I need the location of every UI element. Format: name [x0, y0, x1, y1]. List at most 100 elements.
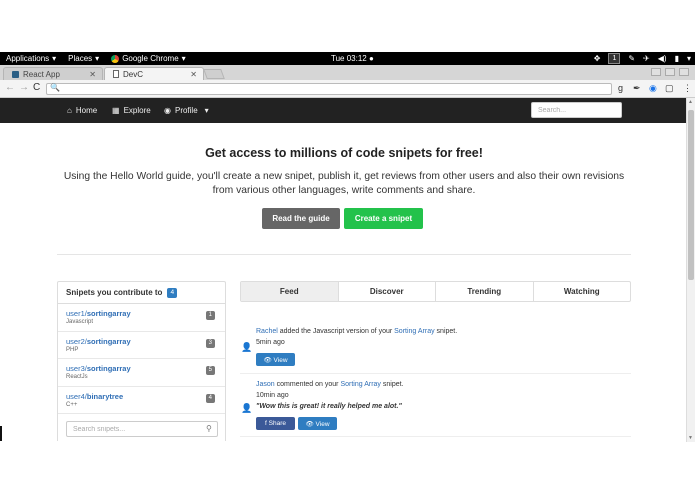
view-button[interactable]: 👁 View	[298, 417, 337, 430]
create-snipet-button[interactable]: Create a snipet	[344, 208, 423, 229]
home-icon: ⌂	[67, 106, 72, 115]
snipet-title[interactable]: user4/binarytree	[66, 392, 217, 401]
clock-label: Tue 03:12	[331, 54, 367, 63]
browser-toolbar: ← → C 🔍 g ✒ ◉ ▢ ⋮	[0, 80, 695, 98]
snipet-title[interactable]: user2/sortingarray	[66, 337, 217, 346]
airplane-icon[interactable]: ✈	[643, 54, 650, 63]
activity-time: 10min ago	[256, 392, 289, 399]
feed-item: 👤 Rachel added the Javascript version of…	[240, 322, 631, 374]
document-favicon-icon	[113, 70, 119, 78]
snipet-link[interactable]: Sorting Array	[394, 328, 434, 335]
system-tray: ✥ 1 ✎ ✈ ◀) ▮ ▾	[594, 52, 691, 65]
site-navbar: ⌂ Home ▦ Explore ◉ Profile ▾	[0, 98, 695, 123]
hero-title: Get access to millions of code snipets f…	[205, 146, 483, 160]
snipet-link[interactable]: Sorting Array	[340, 381, 380, 388]
chrome-icon	[111, 54, 120, 63]
battery-icon[interactable]: ▮	[675, 54, 679, 63]
pen-icon[interactable]: ✎	[628, 54, 635, 63]
system-menu-icon[interactable]: ▾	[687, 54, 691, 63]
app-name-label: Google Chrome	[122, 54, 179, 63]
section-divider	[57, 254, 631, 255]
snipet-title[interactable]: user1/sortingarray	[66, 309, 217, 318]
user-link[interactable]: Jason	[256, 381, 275, 388]
forward-icon[interactable]: →	[19, 82, 29, 93]
snipet-language: ReactJs	[66, 374, 88, 380]
snipet-count-badge: 1	[205, 311, 215, 320]
window-controls	[651, 68, 689, 76]
hero-description: Using the Hello World guide, you'll crea…	[63, 171, 625, 196]
extension-g-icon[interactable]: g	[618, 83, 623, 93]
tab-discover[interactable]: Discover	[337, 282, 436, 301]
screen: Applications ▾ Places ▾ Google Chrome ▾ …	[0, 0, 695, 494]
text-cursor	[0, 426, 2, 441]
tab-feed[interactable]: Feed	[241, 282, 338, 301]
panel-title: Snipets you contribute to	[66, 288, 163, 297]
close-window-icon[interactable]	[679, 68, 689, 76]
list-item[interactable]: user3/sortingarray ReactJs 5	[58, 359, 225, 387]
extension-circle-icon[interactable]: ◉	[649, 83, 657, 94]
tab-devc[interactable]: DevC ✕	[104, 67, 204, 80]
read-guide-button[interactable]: Read the guide	[262, 208, 340, 229]
user-circle-icon: ◉	[164, 106, 171, 115]
nav-home[interactable]: ⌂ Home	[67, 98, 97, 123]
minimize-icon[interactable]	[651, 68, 661, 76]
user-icon: 👤	[241, 403, 253, 413]
places-label: Places	[68, 54, 93, 63]
applications-label: Applications	[6, 54, 50, 63]
app-menu[interactable]: Google Chrome ▾	[105, 54, 192, 63]
page-scrollbar[interactable]: ▲ ▼	[686, 98, 695, 442]
search-icon: 🔍	[50, 83, 60, 92]
activity-time: 5min ago	[256, 339, 285, 346]
scroll-up-icon[interactable]: ▲	[688, 99, 693, 105]
list-item[interactable]: user4/binarytree C++ 4	[58, 387, 225, 414]
feed-tabs: Feed Discover Trending Watching	[240, 281, 631, 302]
snipet-count-badge: 3	[205, 338, 215, 348]
nav-home-label: Home	[75, 106, 98, 115]
eye-icon: 👁	[263, 356, 272, 364]
list-item[interactable]: user1/sortingarray Javascript 1	[58, 304, 225, 332]
places-menu[interactable]: Places ▾	[62, 54, 105, 63]
nav-explore[interactable]: ▦ Explore	[112, 98, 151, 123]
eye-icon: 👁	[305, 420, 314, 428]
list-item[interactable]: user2/sortingarray PHP 3	[58, 332, 225, 359]
snipet-count-badge: 4	[205, 393, 215, 403]
scrollbar-thumb[interactable]	[688, 110, 694, 280]
tab-trending[interactable]: Trending	[435, 282, 533, 301]
user-link[interactable]: Rachel	[256, 328, 278, 335]
nav-profile[interactable]: ◉ Profile ▾	[164, 98, 209, 123]
applications-menu[interactable]: Applications ▾	[0, 54, 62, 63]
nav-explore-label: Explore	[123, 106, 151, 115]
reload-icon[interactable]: C	[33, 82, 40, 93]
caret-down-icon: ▾	[95, 54, 100, 63]
gnome-top-bar: Applications ▾ Places ▾ Google Chrome ▾ …	[0, 52, 695, 65]
snipet-search-input[interactable]	[66, 421, 218, 437]
dropbox-icon[interactable]: ✥	[594, 54, 601, 63]
tab-react-app[interactable]: React App ✕	[3, 67, 103, 80]
tab-watching[interactable]: Watching	[532, 282, 631, 301]
menu-kebab-icon[interactable]: ⋮	[683, 83, 692, 94]
new-tab-button[interactable]	[203, 69, 225, 79]
tab-label: DevC	[123, 69, 144, 79]
share-button[interactable]: f Share	[256, 417, 295, 430]
nav-profile-label: Profile	[174, 106, 198, 115]
extension-square-icon[interactable]: ▢	[665, 83, 674, 94]
snipet-title[interactable]: user3/sortingarray	[66, 364, 217, 373]
tab-label: React App	[23, 69, 60, 79]
view-button[interactable]: 👁 View	[256, 353, 295, 366]
volume-icon[interactable]: ◀)	[658, 54, 667, 63]
snipet-language: PHP	[66, 346, 79, 353]
back-icon[interactable]: ←	[5, 82, 15, 93]
snipet-language: C++	[66, 401, 78, 408]
clock[interactable]: Tue 03:12 ●	[331, 52, 374, 65]
address-bar[interactable]: 🔍	[46, 83, 612, 95]
grid-icon: ▦	[112, 106, 120, 115]
contributed-snipets-panel: Snipets you contribute to 4 user1/sortin…	[57, 281, 226, 441]
panel-header: Snipets you contribute to 4	[58, 282, 225, 304]
activity-text: Rachel added the Javascript version of y…	[256, 328, 458, 335]
maximize-icon[interactable]	[665, 68, 675, 76]
feed-item: 👤 Jason commented on your Sorting Array …	[240, 375, 631, 437]
site-search-input[interactable]	[531, 102, 622, 118]
scroll-down-icon[interactable]: ▼	[688, 435, 693, 441]
eyedropper-icon[interactable]: ✒	[633, 83, 641, 94]
workspace-indicator[interactable]: 1	[608, 53, 621, 64]
